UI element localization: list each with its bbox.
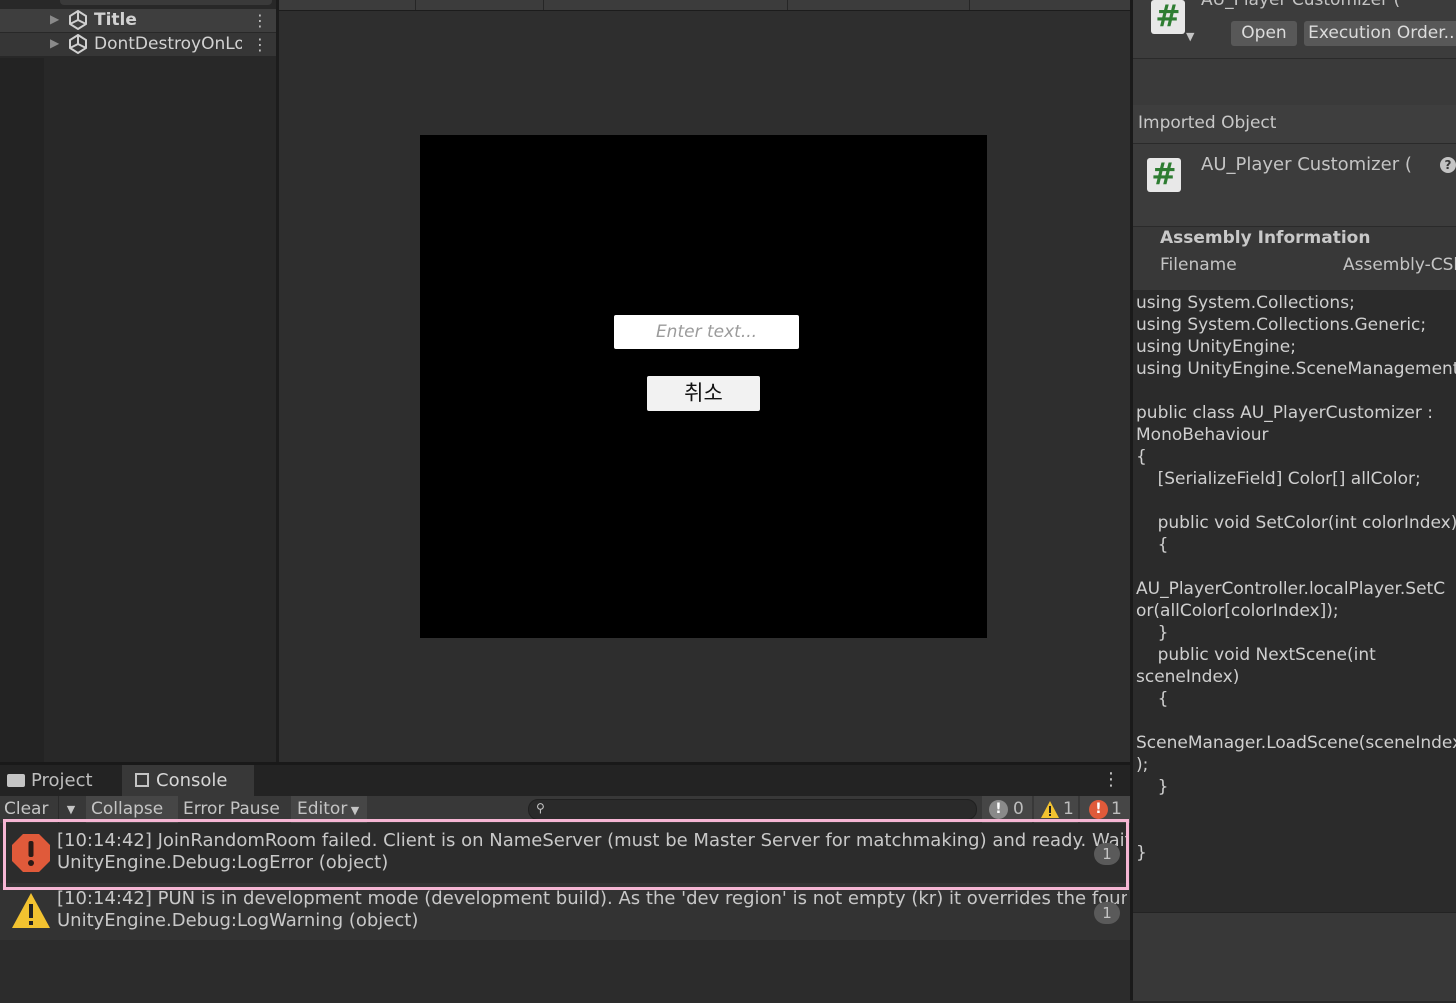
info-icon: !	[989, 800, 1008, 819]
execution-order-button[interactable]: Execution Order...	[1304, 21, 1456, 46]
code-preview-text: using System.Collections; using System.C…	[1136, 293, 1456, 863]
toolbar-separator	[415, 0, 416, 10]
game-view-toolbar	[279, 0, 1130, 11]
kebab-menu-icon[interactable]: ⋮	[1102, 768, 1120, 792]
log-stacktrace: UnityEngine.Debug:LogWarning (object)	[57, 910, 419, 931]
toolbar-separator	[787, 0, 788, 10]
search-icon: ⚲	[536, 801, 545, 815]
assembly-information-heading: Assembly Information	[1160, 228, 1371, 248]
hierarchy-item-label: DontDestroyOnLoad	[94, 34, 242, 54]
hierarchy-item-title[interactable]: ▶ Title ⋮	[0, 9, 276, 32]
warning-icon	[1041, 801, 1059, 818]
console-icon	[135, 773, 149, 787]
open-button[interactable]: Open	[1231, 21, 1297, 46]
folder-icon	[7, 774, 25, 787]
log-entry-warning[interactable]: [10:14:42] PUN is in development mode (d…	[0, 883, 1130, 940]
error-icon: !	[1089, 800, 1108, 819]
toolbar-separator	[543, 0, 544, 10]
text-input-field[interactable]: Enter text...	[614, 315, 799, 349]
kebab-menu-icon[interactable]: ⋮	[252, 9, 268, 32]
editor-dropdown-label: Editor	[297, 799, 348, 819]
hierarchy-item-label: Title	[94, 10, 137, 30]
inspector-header-band	[1133, 58, 1456, 106]
expand-arrow-icon[interactable]: ▶	[50, 36, 59, 50]
log-message: [10:14:42] PUN is in development mode (d…	[57, 888, 1127, 909]
inspector-title: AU_Player Customizer (	[1201, 0, 1401, 10]
hierarchy-gutter	[0, 58, 44, 762]
filename-value: Assembly-CSharp.dll	[1343, 255, 1456, 275]
filename-label: Filename	[1160, 255, 1237, 275]
log-count-badge: 1	[1094, 902, 1120, 924]
unity-scene-icon	[69, 10, 87, 30]
script-hash-icon: #	[1151, 0, 1185, 34]
caret-down-icon[interactable]: ▼	[1186, 30, 1194, 43]
toolbar-separator	[969, 0, 970, 10]
input-placeholder: Enter text...	[655, 322, 758, 342]
expand-arrow-icon[interactable]: ▶	[50, 12, 59, 26]
help-icon[interactable]: ?	[1440, 157, 1456, 173]
cancel-button[interactable]: 취소	[647, 376, 760, 411]
imported-object-label: Imported Object	[1138, 113, 1277, 133]
inspector-footer	[1133, 912, 1456, 1001]
warning-icon	[12, 893, 50, 928]
tab-console-label: Console	[156, 770, 228, 791]
console-search-input[interactable]	[528, 799, 977, 820]
hierarchy-search-bar[interactable]	[60, 0, 272, 5]
kebab-menu-icon[interactable]: ⋮	[252, 33, 268, 56]
hierarchy-item-dontdestroyonload[interactable]: ▶ DontDestroyOnLoad ⋮	[0, 33, 276, 56]
script-hash-icon: #	[1147, 158, 1181, 192]
tab-project-label: Project	[31, 770, 93, 791]
asset-name: AU_Player Customizer (	[1201, 154, 1412, 175]
selection-highlight	[3, 819, 1129, 890]
unity-scene-icon	[69, 34, 87, 54]
chevron-down-icon: ▼	[347, 804, 360, 817]
